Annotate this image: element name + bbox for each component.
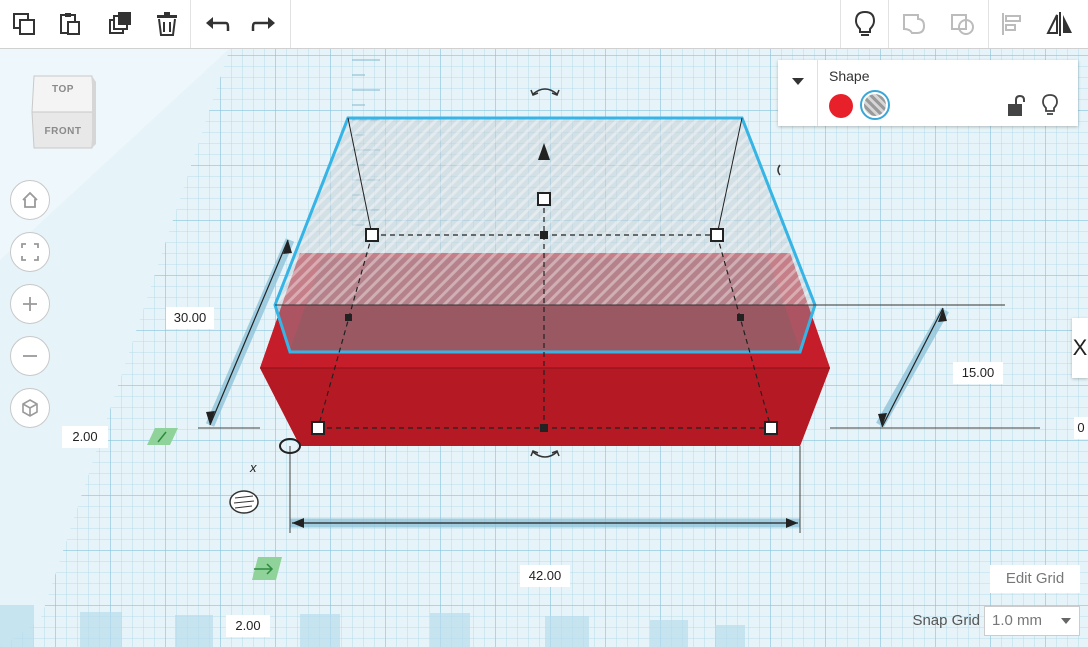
view-cube[interactable]: TOP FRONT xyxy=(28,72,98,154)
toolbar-divider xyxy=(190,0,191,48)
inspector-collapse-button[interactable] xyxy=(778,60,818,126)
zoom-out-icon xyxy=(23,355,37,357)
width-dimension-label[interactable]: 42.00 xyxy=(520,565,570,587)
light-bulb-icon[interactable] xyxy=(1040,93,1060,117)
copy-icon[interactable] xyxy=(4,4,44,44)
toolbar-divider xyxy=(888,0,889,48)
group-icon[interactable] xyxy=(894,4,934,44)
zoom-in-icon xyxy=(23,297,37,311)
top-toolbar xyxy=(0,0,1088,49)
toolbar-divider xyxy=(290,0,291,48)
depth-dimension-label[interactable]: 30.00 xyxy=(166,307,214,329)
height-dimension-label[interactable]: 15.00 xyxy=(953,362,1003,384)
perspective-button[interactable] xyxy=(10,388,50,428)
snap-grid-select[interactable]: 1.0 mm xyxy=(984,606,1080,636)
elevation-dimension-label[interactable]: 2.00 xyxy=(62,426,108,448)
hole-pattern xyxy=(864,94,886,116)
home-icon xyxy=(22,191,38,208)
redo-icon[interactable] xyxy=(244,4,284,44)
zoom-out-button[interactable] xyxy=(10,336,50,376)
paste-icon[interactable] xyxy=(50,4,90,44)
lock-icon[interactable] xyxy=(1006,95,1026,117)
view-cube-front-label[interactable]: FRONT xyxy=(28,126,98,137)
inspector-title: Shape xyxy=(829,68,870,84)
caret-down-icon xyxy=(791,78,804,85)
zoom-in-button[interactable] xyxy=(10,284,50,324)
home-view-button[interactable] xyxy=(10,180,50,220)
shape-inspector: Shape xyxy=(778,60,1078,126)
undo-icon[interactable] xyxy=(197,4,237,44)
offset-dimension-label[interactable]: 2.00 xyxy=(226,615,270,637)
perspective-icon xyxy=(22,399,38,417)
duplicate-icon[interactable] xyxy=(100,4,140,44)
shapes-panel-toggle[interactable]: X xyxy=(1072,318,1088,378)
fit-view-button[interactable] xyxy=(10,232,50,272)
toolbar-divider xyxy=(840,0,841,48)
snap-grid-label: Snap Grid xyxy=(912,612,980,629)
partial-dimension-label[interactable]: 0 xyxy=(1074,417,1088,439)
toolbar-divider xyxy=(988,0,989,48)
fit-view-icon xyxy=(21,243,39,261)
delete-icon[interactable] xyxy=(147,4,187,44)
hole-swatch[interactable] xyxy=(860,90,890,120)
snap-grid-value: 1.0 mm xyxy=(992,612,1043,629)
chevron-down-icon xyxy=(1061,618,1071,624)
svg-text:x: x xyxy=(249,460,257,475)
align-icon[interactable] xyxy=(992,4,1032,44)
view-cube-top-label[interactable]: TOP xyxy=(28,84,98,95)
mirror-icon[interactable] xyxy=(1040,4,1080,44)
edit-grid-button[interactable]: Edit Grid xyxy=(990,565,1080,593)
ungroup-icon[interactable] xyxy=(942,4,982,44)
workplane-viewport[interactable]: x TOP FRONT Shape 30.00 2.00 15.00 0 42.… xyxy=(0,0,1088,647)
show-all-icon[interactable] xyxy=(845,4,885,44)
solid-color-swatch[interactable] xyxy=(829,94,853,118)
